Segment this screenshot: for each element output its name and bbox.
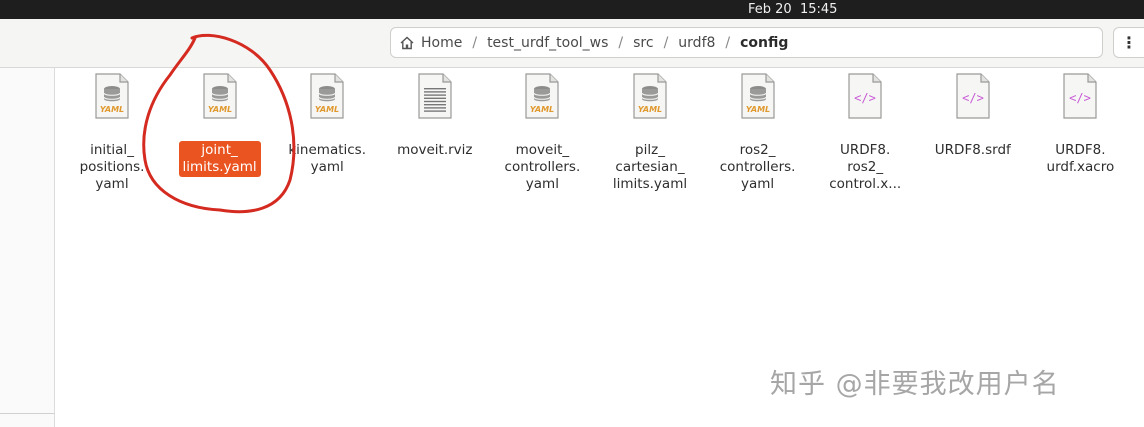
svg-text:YAML: YAML <box>100 105 124 114</box>
top-bar: Feb 20 15:45 <box>0 0 1144 19</box>
file-item[interactable]: YAML moveit_ controllers. yaml <box>489 72 595 194</box>
file-label: URDF8. ros2_ control.x... <box>829 142 902 192</box>
file-item[interactable]: </> URDF8.srdf <box>920 72 1026 160</box>
text-file-icon <box>418 73 452 119</box>
red-circle-annotation <box>142 33 296 214</box>
yaml-file-icon: YAML <box>525 73 559 119</box>
yaml-file-icon: YAML <box>740 73 775 119</box>
breadcrumb-item[interactable]: src <box>629 35 657 51</box>
xml-file-icon: </> <box>956 73 990 119</box>
file-item[interactable]: </> URDF8. urdf.xacro <box>1027 72 1133 177</box>
file-label: moveit.rviz <box>397 142 473 158</box>
vertical-dots-icon: ⋮ <box>1121 33 1137 52</box>
breadcrumb-item[interactable]: urdf8 <box>674 35 719 51</box>
file-label: pilz_ cartesian_ limits.yaml <box>612 142 688 192</box>
breadcrumb-separator: / <box>472 34 478 51</box>
sidebar-divider <box>0 413 54 414</box>
svg-text:</>: </> <box>854 91 876 105</box>
yaml-file-icon: YAML <box>95 73 129 119</box>
svg-text:YAML: YAML <box>530 105 554 114</box>
breadcrumb-current[interactable]: config <box>736 35 792 51</box>
breadcrumb-separator: / <box>663 34 669 51</box>
file-label: URDF8. urdf.xacro <box>1046 142 1115 175</box>
path-bar[interactable]: Home / test_urdf_tool_ws / src / urdf8 /… <box>390 27 1103 58</box>
file-label: initial_ positions. yaml <box>79 142 145 192</box>
home-icon <box>400 36 414 49</box>
file-item[interactable]: YAML ros2_ controllers. yaml <box>705 72 811 194</box>
file-item[interactable]: YAML pilz_ cartesian_ limits.yaml <box>597 72 703 194</box>
menu-button[interactable]: ⋮ <box>1113 27 1144 58</box>
breadcrumb-separator: / <box>725 34 731 51</box>
clock[interactable]: Feb 20 15:45 <box>748 0 837 19</box>
sidebar <box>0 68 55 427</box>
svg-text:YAML: YAML <box>315 105 339 114</box>
breadcrumb-home[interactable]: Home <box>417 35 466 51</box>
svg-text:</>: </> <box>962 91 984 105</box>
watermark: 知乎 @非要我改用户名 <box>770 369 1060 400</box>
svg-text:YAML: YAML <box>638 105 662 114</box>
file-label: URDF8.srdf <box>934 142 1011 158</box>
file-label: moveit_ controllers. yaml <box>504 142 581 192</box>
yaml-file-icon: YAML <box>310 73 344 119</box>
breadcrumb-item[interactable]: test_urdf_tool_ws <box>483 35 612 51</box>
xml-file-icon: </> <box>1063 73 1097 119</box>
file-item[interactable]: moveit.rviz <box>382 72 488 160</box>
svg-text:</>: </> <box>1070 91 1092 105</box>
file-label: ros2_ controllers. yaml <box>719 142 796 192</box>
file-item[interactable]: </> URDF8. ros2_ control.x... <box>812 72 918 194</box>
svg-text:YAML: YAML <box>745 105 769 114</box>
breadcrumb-separator: / <box>618 34 624 51</box>
xml-file-icon: </> <box>848 73 882 119</box>
yaml-file-icon: YAML <box>633 73 667 119</box>
